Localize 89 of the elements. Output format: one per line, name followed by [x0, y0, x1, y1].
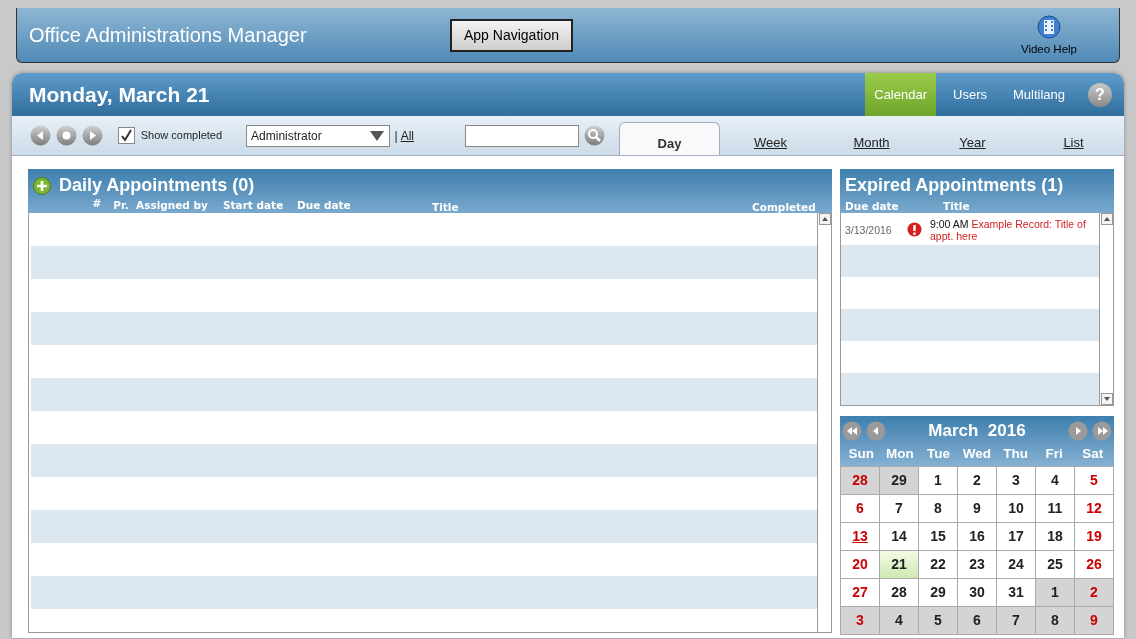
search-field[interactable]: [465, 124, 579, 147]
calendar-day[interactable]: 14: [880, 522, 918, 550]
calendar-day[interactable]: 6: [841, 494, 879, 522]
current-date-title: Monday, March 21: [29, 81, 210, 108]
calendar-day[interactable]: 7: [880, 494, 918, 522]
weekday-label: Sat: [1081, 444, 1105, 463]
calendar-day[interactable]: 8: [919, 494, 957, 522]
calendar-day[interactable]: 5: [919, 606, 957, 634]
due-date: 3/13/2016: [845, 223, 893, 238]
calendar-day[interactable]: 30: [958, 578, 996, 606]
calendar-day[interactable]: 4: [880, 606, 918, 634]
calendar-day[interactable]: 19: [1075, 522, 1113, 550]
scrollbar[interactable]: [1099, 213, 1113, 405]
weekday-label: Tue: [925, 444, 951, 463]
today-button[interactable]: [56, 125, 77, 146]
scrollbar[interactable]: [817, 213, 831, 632]
weekday-label: Fri: [1044, 444, 1064, 463]
view-tab[interactable]: List: [1023, 122, 1124, 155]
expired-appointment-row[interactable]: 3/13/2016 9:00 AM Example Record: Title of appt. here: [841, 213, 1099, 245]
show-completed-label: Show completed: [140, 128, 223, 144]
calendar-day[interactable]: 27: [841, 578, 879, 606]
show-completed-checkbox[interactable]: [118, 127, 135, 144]
alert-icon: [907, 222, 922, 237]
calendar-day[interactable]: 10: [997, 494, 1035, 522]
next-year-button[interactable]: [1092, 420, 1112, 441]
view-tab[interactable]: Day: [619, 122, 720, 155]
view-tab[interactable]: Year: [922, 122, 1023, 155]
calendar-day[interactable]: 23: [958, 550, 996, 578]
calendar-day[interactable]: 5: [1075, 466, 1113, 494]
calendar-day[interactable]: 1: [1036, 578, 1074, 606]
video-help-link[interactable]: Video Help: [1020, 41, 1077, 59]
calendar-day[interactable]: 22: [919, 550, 957, 578]
next-month-button[interactable]: [1068, 420, 1088, 441]
calendar-day[interactable]: 12: [1075, 494, 1113, 522]
previous-month-button[interactable]: [866, 420, 886, 441]
calendar-day[interactable]: 28: [880, 578, 918, 606]
film-icon[interactable]: [1036, 15, 1061, 40]
weekday-label: Wed: [961, 444, 993, 463]
calendar-day[interactable]: 4: [1036, 466, 1074, 494]
calendar-day[interactable]: 29: [880, 466, 918, 494]
calendar-day[interactable]: 18: [1036, 522, 1074, 550]
calendar-day[interactable]: 8: [1036, 606, 1074, 634]
weekday-label: Sun: [847, 444, 876, 463]
view-tab[interactable]: Month: [821, 122, 922, 155]
calendar-day[interactable]: 26: [1075, 550, 1113, 578]
daily-appointments-title: Daily Appointments (0): [59, 174, 255, 197]
calendar-day[interactable]: 3: [841, 606, 879, 634]
calendar-day[interactable]: 31: [997, 578, 1035, 606]
app-title: Office Administrations Manager: [29, 23, 308, 48]
header-nav-tab[interactable]: Multilang: [1003, 73, 1074, 116]
calendar-day[interactable]: 6: [958, 606, 996, 634]
search-icon[interactable]: [584, 125, 605, 146]
calendar-day[interactable]: 17: [997, 522, 1035, 550]
appointment-title[interactable]: 9:00 AM Example Record: Title of appt. here: [930, 218, 1099, 242]
previous-day-button[interactable]: [30, 125, 51, 146]
calendar-day[interactable]: 3: [997, 466, 1035, 494]
calendar-day[interactable]: 11: [1036, 494, 1074, 522]
calendar-day[interactable]: 21: [880, 550, 918, 578]
calendar-day[interactable]: 16: [958, 522, 996, 550]
weekday-label: Thu: [1002, 444, 1029, 463]
calendar-day[interactable]: 7: [997, 606, 1035, 634]
add-icon[interactable]: [33, 176, 51, 195]
calendar-day[interactable]: 25: [1036, 550, 1074, 578]
calendar-day[interactable]: 9: [958, 494, 996, 522]
previous-year-button[interactable]: [842, 420, 862, 441]
app-navigation-button[interactable]: App Navigation: [450, 18, 573, 52]
calendar-day[interactable]: 28: [841, 466, 879, 494]
scroll-up-icon[interactable]: [818, 213, 831, 225]
header-nav-tab[interactable]: Users: [944, 73, 996, 116]
calendar-day[interactable]: 2: [958, 466, 996, 494]
separator-text: |: [394, 127, 398, 145]
calendar-day[interactable]: 20: [841, 550, 879, 578]
calendar-day[interactable]: 1: [919, 466, 957, 494]
calendar-day[interactable]: 13: [841, 522, 879, 550]
dropdown-caret-icon: [368, 129, 385, 142]
calendar-day[interactable]: 15: [919, 522, 957, 550]
scroll-down-icon[interactable]: [1100, 393, 1113, 405]
calendar-day[interactable]: 29: [919, 578, 957, 606]
calendar-day[interactable]: 24: [997, 550, 1035, 578]
calendar-month-title: March 2016: [928, 420, 1026, 442]
weekday-label: Mon: [884, 444, 915, 463]
view-tab[interactable]: Week: [720, 122, 821, 155]
expired-appointments-title: Expired Appointments (1): [845, 174, 1065, 197]
calendar-day[interactable]: 9: [1075, 606, 1113, 634]
scroll-up-icon[interactable]: [1100, 213, 1113, 225]
assignee-dropdown[interactable]: Administrator: [246, 124, 390, 147]
all-link[interactable]: All: [400, 126, 414, 145]
calendar-day[interactable]: 2: [1075, 578, 1113, 606]
next-day-button[interactable]: [82, 125, 103, 146]
